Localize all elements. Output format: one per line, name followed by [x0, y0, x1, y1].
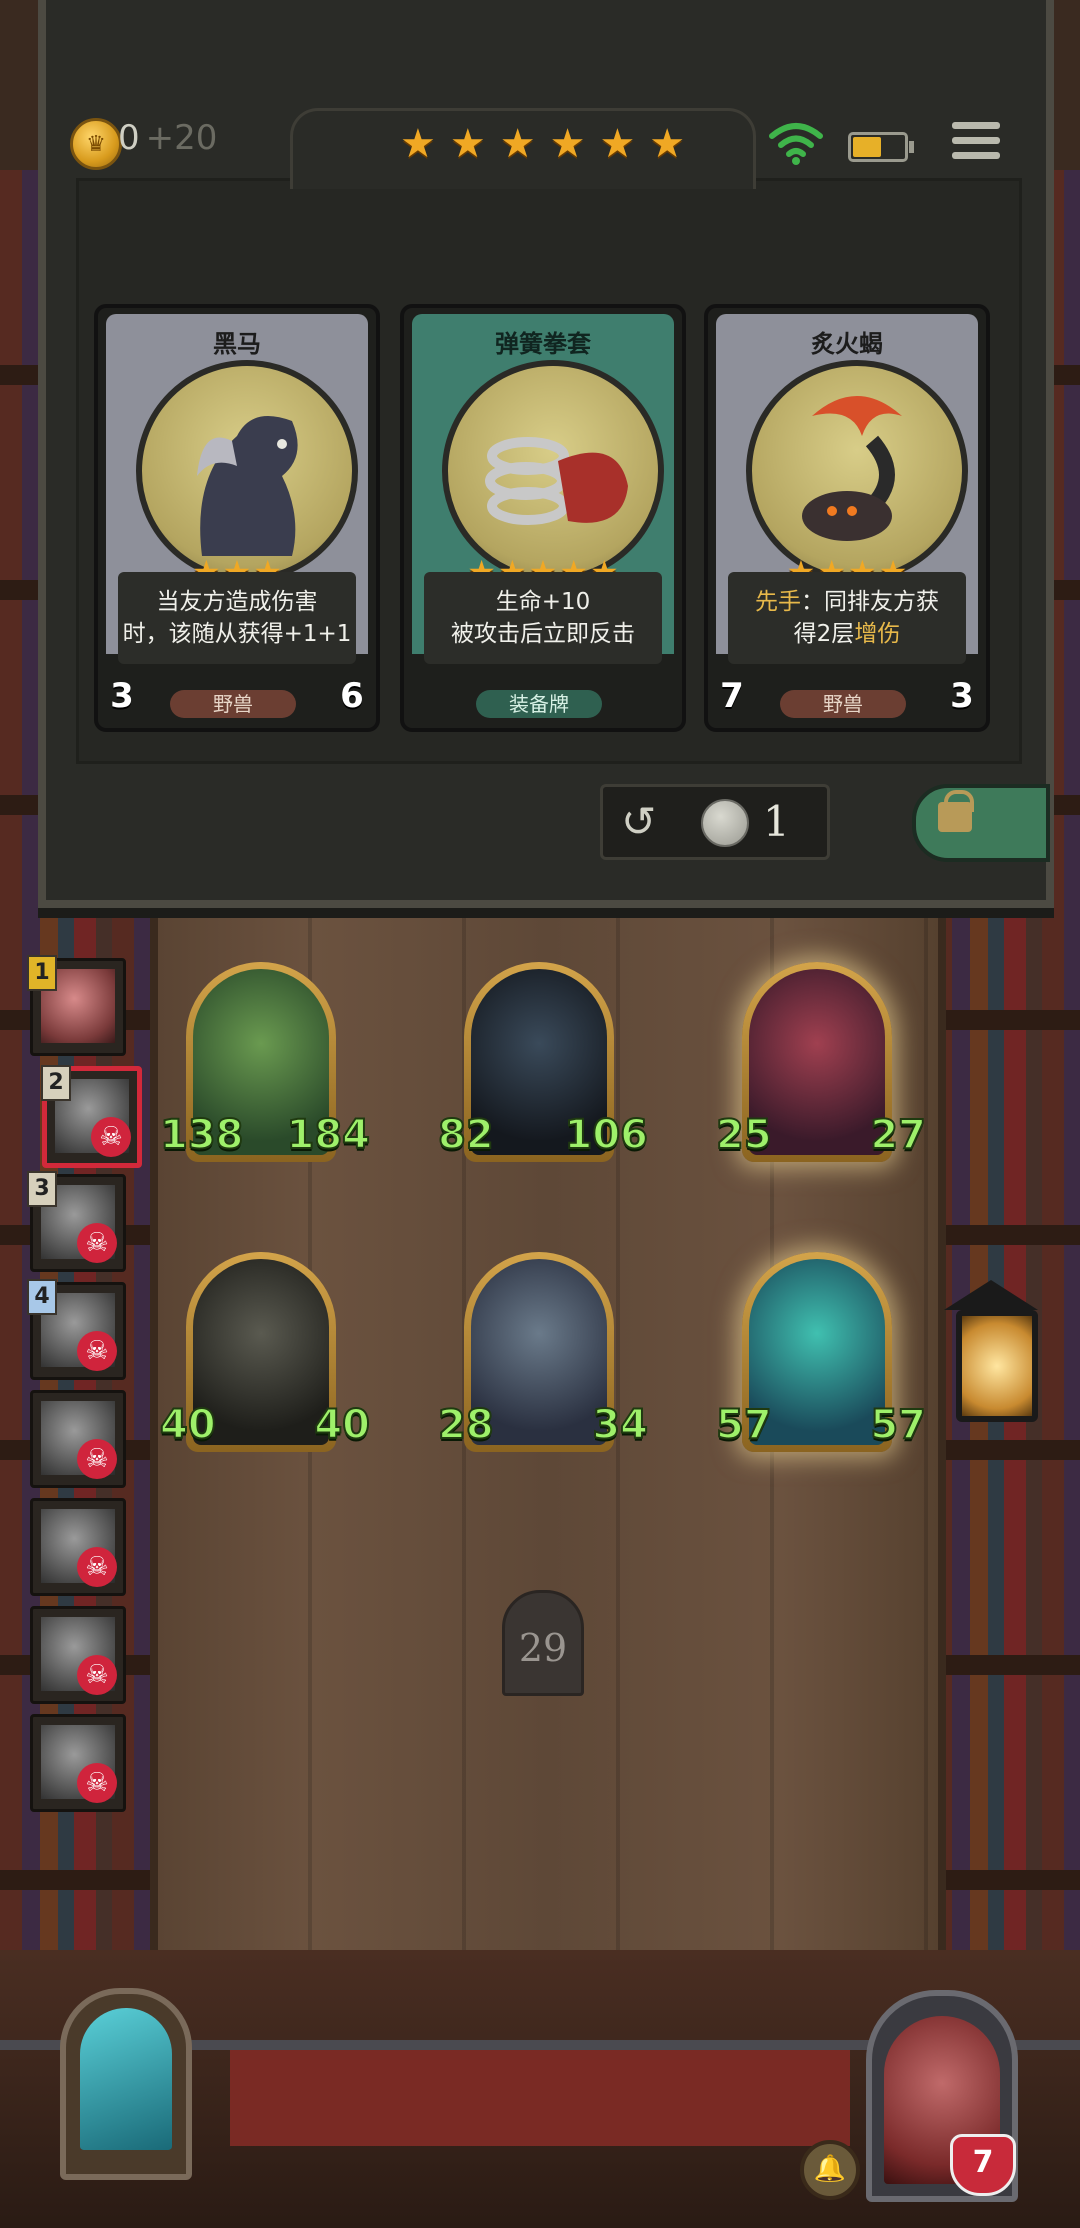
board-minion[interactable]: 138 184 — [159, 962, 371, 1182]
refresh-icon: ↺ — [621, 797, 657, 846]
card-desc-line: 当友方造成伤害 — [156, 589, 318, 615]
minion-health: 184 — [286, 1111, 371, 1159]
board-minion[interactable]: 40 40 — [159, 1252, 371, 1472]
board-minion[interactable]: 28 34 — [437, 1252, 649, 1472]
magic-mirror-button[interactable] — [60, 1988, 192, 2180]
card-description: 生命+10 被攻击后立即反击 — [424, 572, 662, 664]
minion-attack: 28 — [437, 1392, 498, 1450]
card-health: 6 — [332, 676, 372, 718]
turn-counter: 29 — [502, 1590, 584, 1696]
board-minion[interactable]: 57 57 — [715, 1252, 927, 1472]
boxing-glove-portrait — [442, 360, 664, 582]
minion-attack: 138 — [159, 1102, 244, 1160]
hero-health: 7 — [950, 2134, 1016, 2196]
card-description: 当友方造成伤害 时，该随从获得+1+1 — [118, 572, 356, 664]
lock-body — [938, 802, 972, 832]
card-desc-text: 得2层 — [793, 621, 855, 647]
tavern-tier-stars: ★ ★ ★ ★ ★ ★ — [400, 124, 685, 164]
bell-icon[interactable]: 🔔 — [800, 2140, 860, 2200]
minion-health: 106 — [564, 1111, 649, 1159]
shop-card-fire-scorpion[interactable]: 炙火蝎 ★★★★ 先手：同排友方获 得2层增伤 7 野兽 3 — [704, 304, 990, 732]
star-icon: ★ — [649, 121, 686, 167]
keyword-damage-boost: 增伤 — [854, 621, 901, 647]
refresh-cost: 1 — [763, 797, 790, 846]
gold-income: +20 — [145, 118, 218, 158]
opponent-rank: 2 — [41, 1065, 71, 1101]
card-tribe-tag: 野兽 — [780, 690, 906, 718]
gold-counter: 0 +20 — [118, 118, 217, 158]
card-desc-line: 先手：同排友方获 — [755, 586, 939, 618]
opponent-rank: 3 — [27, 1171, 57, 1207]
skull-icon: ☠ — [77, 1331, 117, 1371]
keyword-first-strike: 先手 — [755, 589, 801, 615]
skull-icon: ☠ — [91, 1117, 131, 1157]
card-desc-text: ：同排友方获 — [801, 589, 939, 615]
opponent-item[interactable]: ☠ — [30, 1498, 126, 1596]
skull-icon: ☠ — [77, 1547, 117, 1587]
minion-attack: 40 — [159, 1392, 220, 1450]
skull-icon: ☠ — [77, 1223, 117, 1263]
card-name: 弹簧拳套 — [495, 330, 591, 358]
opponent-item[interactable]: 2 ☠ — [41, 1065, 142, 1168]
card-desc-line: 被攻击后立即反击 — [451, 621, 635, 647]
board-minion[interactable]: 25 27 — [715, 962, 927, 1182]
skull-icon: ☠ — [77, 1655, 117, 1695]
scorpion-portrait — [746, 360, 968, 582]
minion-health: 40 — [313, 1401, 371, 1449]
minion-attack: 25 — [715, 1102, 776, 1160]
opponent-item[interactable]: ☠ — [30, 1714, 126, 1812]
card-desc-line: 生命+10 — [495, 589, 591, 615]
card-type-tag: 装备牌 — [476, 690, 602, 718]
shop-card-black-horse[interactable]: 黑马 ★★★ 当友方造成伤害 时，该随从获得+1+1 3 野兽 6 — [94, 304, 380, 732]
lantern — [936, 1260, 1046, 1460]
star-icon: ★ — [400, 121, 436, 167]
star-icon: ★ — [499, 121, 536, 167]
horse-portrait — [136, 360, 358, 582]
wifi-icon — [769, 123, 823, 165]
opponent-item[interactable]: ☠ — [30, 1606, 126, 1704]
card-attack: 3 — [102, 676, 142, 716]
opponent-item[interactable]: 3 ☠ — [27, 1171, 126, 1272]
opponent-rank: 1 — [27, 955, 57, 991]
opponent-rank: 4 — [27, 1279, 57, 1315]
card-attack: 7 — [712, 676, 752, 716]
board-minion[interactable]: 82 106 — [437, 962, 649, 1182]
minion-health: 57 — [869, 1401, 927, 1449]
carpet — [230, 2040, 850, 2146]
minion-attack: 82 — [437, 1102, 498, 1160]
card-name: 黑马 — [213, 330, 261, 358]
lock-shop-button[interactable] — [912, 784, 1050, 862]
coin-icon — [701, 799, 749, 847]
star-icon: ★ — [599, 121, 636, 167]
star-icon: ★ — [449, 121, 486, 167]
card-desc-line: 时，该随从获得+1+1 — [122, 621, 352, 647]
minion-health: 27 — [869, 1111, 927, 1159]
crown-coin-icon: ♛ — [70, 118, 122, 170]
opponent-item[interactable]: ☠ — [30, 1390, 126, 1488]
minion-health: 34 — [591, 1401, 649, 1449]
opponent-item[interactable]: 1 — [27, 955, 126, 1056]
skull-icon: ☠ — [77, 1763, 117, 1803]
opponent-item[interactable]: 4 ☠ — [27, 1279, 126, 1380]
refresh-button[interactable]: ↺ 1 — [600, 784, 830, 860]
skull-icon: ☠ — [77, 1439, 117, 1479]
shop-card-spring-glove[interactable]: 弹簧拳套 ★★★★★ 生命+10 被攻击后立即反击 装备牌 — [400, 304, 686, 732]
star-icon: ★ — [549, 121, 586, 167]
menu-icon[interactable] — [952, 122, 1000, 167]
minion-attack: 57 — [715, 1392, 776, 1450]
card-name: 炙火蝎 — [811, 330, 883, 358]
card-health: 3 — [942, 676, 982, 718]
battery-level — [853, 137, 881, 157]
card-desc-line: 得2层增伤 — [794, 618, 901, 650]
battery-icon — [848, 132, 914, 162]
card-tribe-tag: 野兽 — [170, 690, 296, 718]
gold-amount: 0 — [118, 118, 140, 158]
card-description: 先手：同排友方获 得2层增伤 — [728, 572, 966, 664]
